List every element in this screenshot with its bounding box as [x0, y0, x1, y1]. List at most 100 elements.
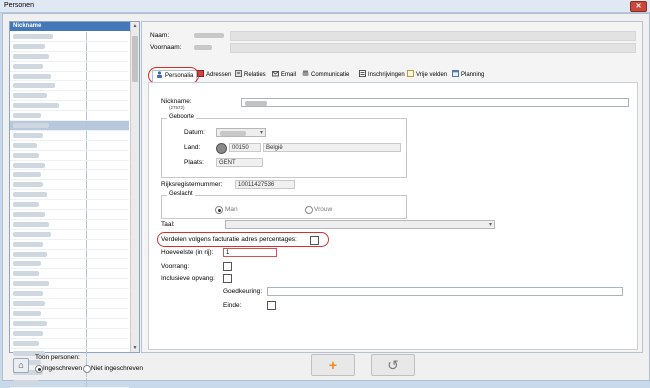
list-item[interactable]: [10, 160, 129, 171]
list-scrollbar[interactable]: ▲ ▼: [130, 22, 139, 352]
inclusieve-checkbox[interactable]: [223, 274, 232, 283]
tab-communicatie[interactable]: Communicatie: [302, 70, 349, 81]
column-divider: [86, 41, 87, 51]
voornaam-label: Voornaam:: [150, 44, 182, 51]
land-label: Land:: [184, 144, 201, 151]
column-divider: [86, 318, 87, 328]
column-divider: [86, 249, 87, 259]
list-item[interactable]: [10, 190, 129, 201]
column-divider: [86, 190, 87, 200]
list-item-nickname: [13, 113, 41, 119]
list-item[interactable]: [10, 249, 129, 260]
column-divider: [86, 259, 87, 269]
column-divider: [86, 121, 87, 130]
list-header-nickname[interactable]: Nickname: [10, 22, 132, 31]
list-item[interactable]: [10, 130, 129, 141]
tab-adressen[interactable]: Adressen: [197, 69, 231, 81]
list-item[interactable]: [10, 338, 129, 349]
list-item[interactable]: [10, 61, 129, 72]
undo-button[interactable]: ↺: [371, 354, 415, 376]
close-button[interactable]: ✕: [630, 1, 647, 12]
list-item[interactable]: [10, 150, 129, 161]
radio-niet-ingeschreven[interactable]: [83, 365, 91, 373]
column-divider: [86, 160, 87, 170]
list-item[interactable]: [10, 140, 129, 151]
radio-vrouw[interactable]: [305, 206, 313, 214]
list-item-nickname: [13, 93, 47, 99]
list-item[interactable]: [10, 111, 129, 122]
list-item-nickname: [13, 63, 43, 69]
column-divider: [86, 239, 87, 249]
list-item[interactable]: [10, 200, 129, 211]
close-icon: ✕: [635, 3, 642, 10]
plaats-field[interactable]: GENT: [216, 158, 263, 167]
list-item[interactable]: [10, 308, 129, 319]
tab-planning[interactable]: Planning: [452, 69, 484, 81]
land-name-field[interactable]: België: [263, 143, 401, 152]
scroll-down-icon[interactable]: ▼: [132, 345, 138, 351]
tab-label: Vrije velden: [416, 72, 448, 78]
land-code-field[interactable]: 00150: [229, 143, 261, 152]
list-rows: [10, 32, 129, 388]
chevron-down-icon[interactable]: ▾: [260, 129, 263, 137]
radio-ingeschreven[interactable]: [35, 365, 43, 373]
tab-email[interactable]: Email: [272, 70, 296, 81]
list-item[interactable]: [10, 170, 129, 181]
column-divider: [86, 229, 87, 239]
list-item[interactable]: [10, 210, 129, 220]
list-item[interactable]: [10, 259, 129, 270]
list-item[interactable]: [10, 269, 129, 280]
list-item[interactable]: [10, 32, 129, 42]
chevron-down-icon[interactable]: ▾: [489, 221, 492, 229]
list-item[interactable]: [10, 328, 129, 339]
scroll-up-icon[interactable]: ▲: [132, 23, 138, 29]
undo-icon: ↺: [387, 357, 399, 373]
list-item[interactable]: [10, 289, 129, 300]
tab-label: Inschrijvingen: [368, 72, 405, 78]
nickname-value: [245, 101, 267, 106]
list-item[interactable]: [10, 279, 129, 290]
tab-inschrijvingen[interactable]: Inschrijvingen: [359, 69, 405, 81]
hoeveelste-field[interactable]: 1: [223, 248, 277, 257]
naam-value: [194, 33, 224, 38]
title-bar: Personen ✕: [0, 0, 650, 13]
list-item[interactable]: [10, 180, 129, 191]
column-divider: [86, 219, 87, 229]
radio-man[interactable]: [215, 206, 223, 214]
list-item-nickname: [13, 251, 47, 257]
personen-window: Nickname ▲ ▼ Naam: Voornaam: Personalia …: [2, 13, 650, 388]
scroll-thumb[interactable]: [132, 36, 138, 82]
list-item[interactable]: [10, 101, 129, 112]
list-item[interactable]: [10, 229, 129, 240]
list-item[interactable]: [10, 91, 129, 102]
goedkeuring-field[interactable]: [267, 287, 623, 296]
list-item[interactable]: [10, 41, 129, 52]
add-button[interactable]: +: [311, 354, 355, 376]
list-item[interactable]: [10, 239, 129, 250]
column-divider: [86, 269, 87, 279]
list-item[interactable]: [10, 318, 129, 329]
column-divider: [86, 328, 87, 338]
list-item-nickname: [13, 43, 45, 49]
list-item[interactable]: [10, 71, 129, 82]
column-divider: [86, 71, 87, 81]
tab-relaties[interactable]: Relaties: [235, 69, 266, 81]
list-item[interactable]: [10, 51, 129, 62]
list-item[interactable]: [10, 219, 129, 230]
list-item-nickname: [13, 152, 39, 158]
globe-icon[interactable]: [216, 143, 227, 154]
tab-vrije-velden[interactable]: Vrije velden: [407, 69, 448, 81]
list-item-nickname: [13, 340, 39, 346]
rijksregister-field[interactable]: 10011427536: [235, 180, 295, 189]
datum-field[interactable]: ▾: [216, 128, 266, 137]
geslacht-group: Geslacht Man Vrouw: [161, 191, 407, 219]
list-item[interactable]: [10, 299, 129, 309]
nickname-field[interactable]: [241, 98, 629, 107]
list-item[interactable]: [10, 81, 129, 92]
toon-personen-label: Toon personen:: [35, 354, 80, 361]
taal-select[interactable]: ▾: [225, 220, 495, 229]
list-item[interactable]: [10, 121, 129, 131]
voorrang-checkbox[interactable]: [223, 262, 232, 271]
archive-button[interactable]: ⌂: [13, 358, 29, 373]
einde-checkbox[interactable]: [267, 301, 276, 310]
